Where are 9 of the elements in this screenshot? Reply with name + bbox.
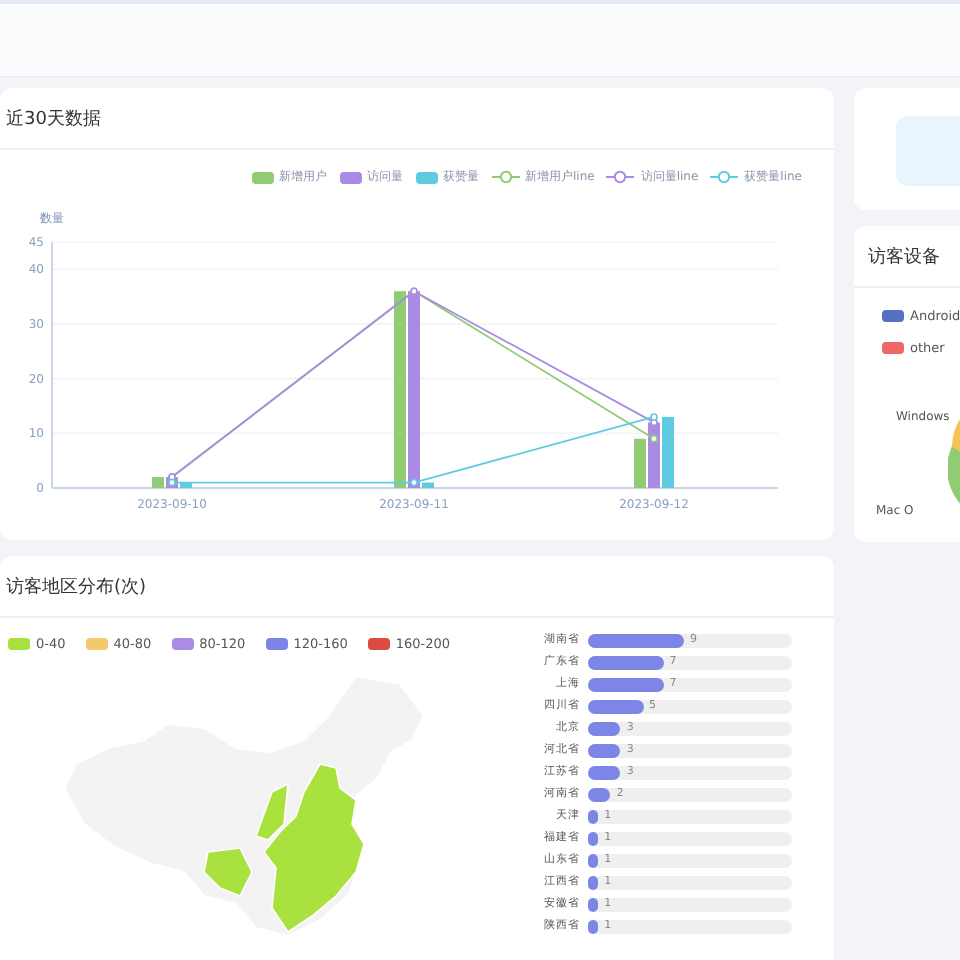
line-marker-icon [710,170,739,184]
card-title: 近30天数据 [6,107,101,131]
swatch-icon [251,171,274,183]
swatch-icon [415,171,438,183]
line-marker-icon [606,170,635,184]
line-marker-icon [491,170,520,184]
card-title: 访客地区分布(次) [6,575,147,599]
card-title: 访客设备 [868,245,940,269]
swatch-icon [339,171,362,183]
